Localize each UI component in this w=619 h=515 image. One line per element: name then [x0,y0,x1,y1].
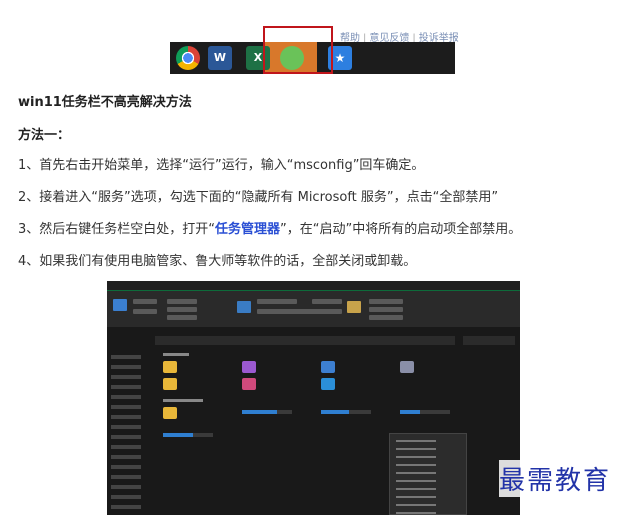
step-2: 2、接着进入“服务”选项，勾选下面的“隐藏所有 Microsoft 服务”，点击… [18,190,499,205]
context-menu [389,433,467,515]
chrome-icon [176,46,200,70]
step-3: 3、然后右键任务栏空白处，打开“任务管理器”，在“启动”中将所有的启动项全部禁用… [18,218,521,237]
step-3-suffix: ”，在“启动”中将所有的启动项全部禁用。 [280,222,522,237]
step-3-prefix: 3、然后右键任务栏空白处，打开“ [18,222,216,237]
taskbar-screenshot: 帮助 | 意见反馈 | 投诉举报 W X ★ [170,26,459,74]
explorer-address-bar [155,336,455,345]
method-heading: 方法一： [18,128,71,143]
step-1: 1、首先右击开始菜单，选择“运行”运行，输入“msconfig”回车确定。 [18,158,425,173]
article-title: win11任务栏不高亮解决方法 [18,95,192,110]
task-manager-link[interactable]: 任务管理器 [215,222,280,237]
explorer-nav-pane [111,349,157,515]
explorer-titlebar [107,281,520,291]
step-4: 4、如果我们有使用电脑管家、鲁大师等软件的话，全部关闭或卸载。 [18,254,417,269]
highlight-box [263,26,333,74]
explorer-ribbon [107,291,520,327]
explorer-screenshot [107,281,520,515]
explorer-search-box [463,336,515,345]
word-icon: W [208,46,232,70]
watermark: 最需教育 [498,460,611,497]
